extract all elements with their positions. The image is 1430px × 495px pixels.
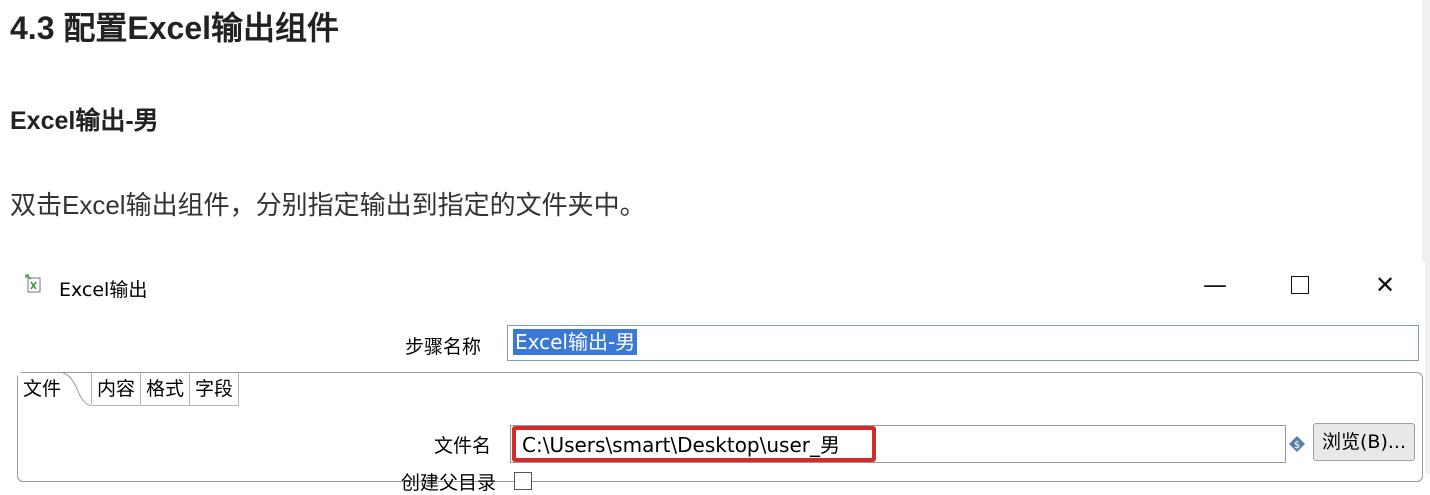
instruction-paragraph: 双击Excel输出组件，分别指定输出到指定的文件夹中。 <box>10 190 646 220</box>
tab-content[interactable]: 内容 <box>92 373 142 406</box>
filename-label: 文件名 <box>434 435 492 457</box>
step-name-value: Excel输出-男 <box>513 329 638 355</box>
close-button[interactable]: ✕ <box>1365 268 1405 302</box>
tab-strip: 文件 内容 格式 字段 <box>18 373 240 407</box>
browse-button[interactable]: 浏览(B)... <box>1313 423 1415 461</box>
tab-file[interactable]: 文件 <box>18 373 93 406</box>
excel-output-icon <box>25 274 43 294</box>
maximize-icon <box>1291 276 1309 294</box>
step-name-label: 步骤名称 <box>405 336 482 358</box>
minimize-button[interactable]: — <box>1195 268 1235 302</box>
create-parent-checkbox[interactable] <box>514 472 532 490</box>
section-heading: 4.3 配置Excel输出组件 <box>10 10 340 46</box>
filename-highlight-box: C:\Users\smart\Desktop\user_男 <box>512 426 876 462</box>
tab-file-label: 文件 <box>23 378 62 400</box>
excel-output-dialog: Excel输出 — ✕ 步骤名称 Excel输出-男 文件 内容 格式 字段 文… <box>15 262 1425 494</box>
tab-fields[interactable]: 字段 <box>190 373 240 406</box>
subheading: Excel输出-男 <box>10 107 159 135</box>
tab-format[interactable]: 格式 <box>141 373 191 406</box>
tab-slant-edge <box>63 373 92 406</box>
dialog-title: Excel输出 <box>59 279 148 301</box>
variable-diamond-icon[interactable]: $ <box>1288 435 1306 453</box>
create-parent-label: 创建父目录 <box>401 472 497 494</box>
filename-value: C:\Users\smart\Desktop\user_男 <box>522 433 840 457</box>
svg-text:$: $ <box>1294 440 1300 451</box>
tab-panel: 文件 内容 格式 字段 文件名 C:\Users\smart\Desktop\u… <box>17 372 1423 494</box>
step-name-input[interactable]: Excel输出-男 <box>507 325 1419 361</box>
maximize-button[interactable] <box>1280 268 1320 302</box>
